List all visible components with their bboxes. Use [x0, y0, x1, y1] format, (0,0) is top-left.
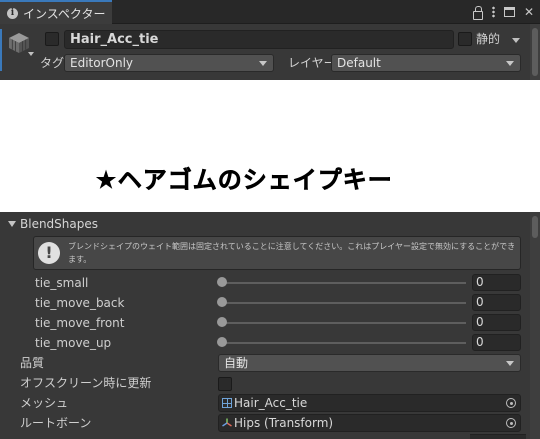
tab-inspector[interactable]: i インスペクター: [0, 0, 112, 24]
selection-accent-bar: [0, 29, 2, 71]
info-icon: i: [7, 7, 18, 19]
quality-value: 自動: [224, 356, 249, 370]
close-icon[interactable]: ✕: [524, 3, 534, 21]
rootbone-row: ルートボーン Hips (Transform): [0, 413, 530, 433]
blendshape-value-field[interactable]: 0: [472, 294, 521, 311]
transform-icon: [222, 418, 232, 427]
static-label: 静的: [476, 32, 501, 46]
blendshape-value-field[interactable]: 0: [472, 314, 521, 331]
offscreen-label: オフスクリーン時に更新: [20, 376, 152, 390]
layer-value: Default: [337, 56, 381, 70]
active-checkbox[interactable]: [45, 32, 59, 46]
foldout-arrow-icon[interactable]: [8, 221, 16, 227]
bottom-scrollbar[interactable]: [530, 212, 540, 439]
top-scrollbar[interactable]: [530, 24, 540, 80]
tag-dropdown[interactable]: EditorOnly: [64, 54, 274, 72]
icon-dropdown-arrow-icon[interactable]: [28, 52, 34, 56]
warning-icon: !: [38, 242, 60, 264]
quality-label: 品質: [20, 356, 45, 370]
blendshape-label: tie_move_front: [35, 316, 125, 330]
slider-thumb[interactable]: [217, 337, 227, 347]
slider-track[interactable]: [222, 342, 466, 344]
mesh-object-field[interactable]: Hair_Acc_tie: [218, 394, 521, 412]
static-dropdown-icon[interactable]: [512, 38, 520, 43]
quality-dropdown[interactable]: 自動: [218, 354, 521, 372]
mesh-value: Hair_Acc_tie: [234, 396, 308, 410]
object-picker-icon[interactable]: [506, 418, 516, 428]
offscreen-checkbox[interactable]: [218, 377, 232, 391]
mesh-icon: [222, 398, 232, 408]
blendshape-label: tie_move_up: [35, 336, 112, 350]
chevron-down-icon: [259, 61, 267, 66]
tab-label: インスペクター: [23, 6, 106, 21]
page-heading: ★ヘアゴムのシェイプキー: [95, 166, 393, 195]
tab-bar: i インスペクター ✕: [0, 0, 540, 24]
rootbone-label: ルートボーン: [20, 416, 92, 430]
partial-field: [470, 434, 526, 439]
help-text: ブレンドシェイプのウェイト範囲は固定されていることに注意してください。これはプレ…: [68, 242, 516, 264]
slider-thumb[interactable]: [217, 317, 227, 327]
blendshape-value-field[interactable]: 0: [472, 334, 521, 351]
layer-label: レイヤー: [288, 56, 336, 70]
blendshape-row: tie_move_up 0: [0, 333, 530, 353]
slider-thumb[interactable]: [217, 277, 227, 287]
rootbone-value: Hips (Transform): [234, 416, 334, 430]
chevron-down-icon: [506, 61, 514, 66]
quality-row: 品質 自動: [0, 353, 530, 373]
blendshape-value-field[interactable]: 0: [472, 274, 521, 291]
static-checkbox[interactable]: [458, 32, 472, 46]
blendshapes-title: BlendShapes: [20, 217, 98, 231]
object-name-field[interactable]: Hair_Acc_tie: [64, 30, 454, 49]
maximize-icon[interactable]: [503, 7, 515, 17]
blendshape-row: tie_small 0: [0, 273, 530, 293]
blendshape-row: tie_move_front 0: [0, 313, 530, 333]
blendshape-row: tie_move_back 0: [0, 293, 530, 313]
layer-dropdown[interactable]: Default: [331, 54, 521, 72]
object-picker-icon[interactable]: [506, 398, 516, 408]
tab-actions: ✕: [472, 3, 534, 21]
offscreen-row: オフスクリーン時に更新: [0, 373, 530, 393]
blendshape-label: tie_move_back: [35, 296, 125, 310]
rootbone-object-field[interactable]: Hips (Transform): [218, 414, 521, 432]
mesh-row: メッシュ Hair_Acc_tie: [0, 393, 530, 413]
blendshape-label: tie_small: [35, 276, 89, 290]
tag-label: タグ: [40, 56, 65, 70]
slider-track[interactable]: [222, 322, 466, 324]
lock-icon[interactable]: [472, 5, 483, 20]
tag-value: EditorOnly: [70, 56, 133, 70]
chevron-down-icon: [506, 361, 514, 366]
help-box: ! ブレンドシェイプのウェイト範囲は固定されていることに注意してください。これは…: [33, 236, 521, 270]
kebab-menu-icon[interactable]: [491, 6, 495, 18]
slider-track[interactable]: [222, 282, 466, 284]
slider-thumb[interactable]: [217, 297, 227, 307]
slider-track[interactable]: [222, 302, 466, 304]
mesh-label: メッシュ: [20, 396, 69, 410]
